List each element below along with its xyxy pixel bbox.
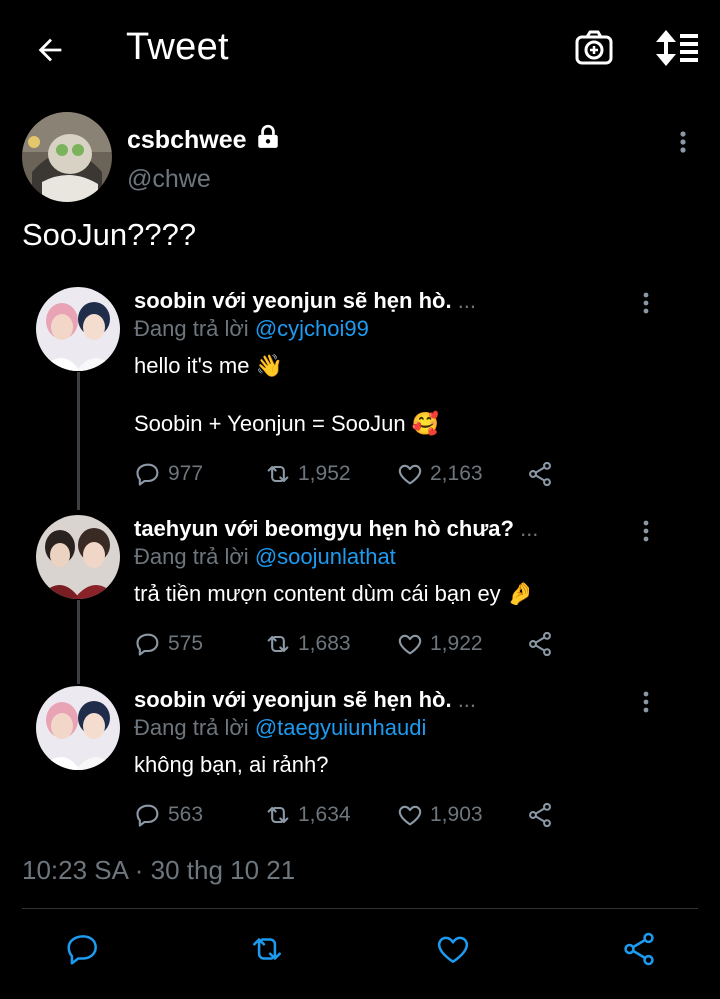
tweet-actions: 575 1,683 1,922 bbox=[134, 630, 564, 660]
more-options-icon[interactable] bbox=[636, 517, 656, 545]
retweet-icon bbox=[267, 806, 289, 824]
sort-icon[interactable] bbox=[652, 28, 700, 68]
display-name[interactable]: csbchwee bbox=[127, 124, 281, 157]
more-options-icon[interactable] bbox=[670, 128, 696, 158]
replying-to-label: Đang trả lời bbox=[134, 316, 255, 341]
tweet-text: SooJun???? bbox=[22, 217, 197, 252]
like-button[interactable]: 2,163 bbox=[396, 460, 483, 488]
like-count: 1,922 bbox=[430, 632, 483, 655]
tweet-actions: 977 1,952 2,163 bbox=[134, 460, 564, 490]
reply-icon bbox=[136, 633, 159, 656]
retweet-icon bbox=[267, 635, 289, 653]
lock-icon bbox=[255, 124, 281, 157]
reply-author-name-text: soobin với yeonjun sẽ hẹn hò. bbox=[134, 687, 452, 712]
replying-to-label: Đang trả lời bbox=[134, 544, 255, 569]
thread-connector bbox=[77, 372, 80, 510]
thread-connector bbox=[77, 600, 80, 684]
avatar[interactable] bbox=[36, 686, 120, 770]
reply-text: không bạn, ai rảnh? bbox=[134, 750, 654, 780]
reply-author-name-text: soobin với yeonjun sẽ hẹn hò. bbox=[134, 288, 452, 313]
like-count: 1,903 bbox=[430, 803, 483, 826]
reply-text-line: không bạn, ai rảnh? bbox=[134, 752, 329, 777]
page-title: Tweet bbox=[126, 26, 229, 68]
retweet-count: 1,952 bbox=[298, 462, 351, 485]
heart-icon bbox=[398, 805, 422, 826]
top-app-bar: Tweet bbox=[0, 0, 720, 96]
share-button[interactable] bbox=[526, 801, 554, 829]
reply-count: 575 bbox=[168, 632, 204, 655]
divider bbox=[22, 908, 698, 909]
share-button[interactable] bbox=[526, 460, 554, 488]
reply-author-name[interactable]: soobin với yeonjun sẽ hẹn hò. ... bbox=[134, 287, 654, 315]
reply-count: 563 bbox=[168, 803, 204, 826]
avatar[interactable] bbox=[36, 515, 120, 599]
retweet-icon bbox=[267, 465, 289, 483]
reply-button[interactable]: 563 bbox=[134, 801, 203, 829]
heart-icon[interactable] bbox=[434, 930, 472, 968]
reply-text-line: trả tiền mượn content dùm cái bạn ey 🤌 bbox=[134, 581, 535, 606]
replying-to: Đang trả lời @taegyuiunhaudi bbox=[134, 714, 654, 742]
mention-link[interactable]: @cyjchoi99 bbox=[255, 316, 369, 341]
reply-button[interactable]: 977 bbox=[134, 460, 203, 488]
heart-icon bbox=[398, 464, 422, 485]
reply-author-name-text: taehyun với beomgyu hẹn hò chưa? bbox=[134, 516, 514, 541]
reply-text-line: Soobin + Yeonjun = SooJun 🥰 bbox=[134, 411, 440, 436]
ellipsis: ... bbox=[520, 516, 539, 541]
display-name-text: csbchwee bbox=[127, 126, 247, 154]
replying-to-label: Đang trả lời bbox=[134, 715, 255, 740]
retweet-button[interactable]: 1,683 bbox=[264, 630, 351, 658]
reply-author-name[interactable]: soobin với yeonjun sẽ hẹn hò. ... bbox=[134, 686, 654, 714]
retweet-button[interactable]: 1,952 bbox=[264, 460, 351, 488]
avatar[interactable] bbox=[22, 112, 112, 202]
share-icon bbox=[529, 802, 551, 828]
retweet-icon[interactable] bbox=[248, 930, 286, 968]
reply-icon bbox=[136, 463, 159, 486]
ellipsis: ... bbox=[457, 687, 477, 712]
more-options-icon[interactable] bbox=[636, 289, 656, 317]
reply-icon bbox=[136, 804, 159, 827]
retweet-count: 1,634 bbox=[298, 803, 351, 826]
mention-link[interactable]: @taegyuiunhaudi bbox=[255, 715, 427, 740]
retweet-count: 1,683 bbox=[298, 632, 351, 655]
reply-text: hello it's me 👋 Soobin + Yeonjun = SooJu… bbox=[134, 351, 654, 439]
reply-text-line: hello it's me 👋 bbox=[134, 353, 283, 378]
like-button[interactable]: 1,922 bbox=[396, 630, 483, 658]
camera-icon[interactable] bbox=[574, 28, 614, 68]
arrow-left-icon[interactable] bbox=[30, 30, 70, 70]
share-icon[interactable] bbox=[620, 930, 658, 968]
tweet-actions: 563 1,634 1,903 bbox=[134, 801, 564, 831]
replying-to: Đang trả lời @cyjchoi99 bbox=[134, 315, 654, 343]
like-count: 2,163 bbox=[430, 462, 483, 485]
tweet-action-bar bbox=[0, 920, 720, 980]
tweet-timestamp[interactable]: 10:23 SA · 30 thg 10 21 bbox=[22, 855, 295, 886]
reply-count: 977 bbox=[168, 462, 204, 485]
retweet-button[interactable]: 1,634 bbox=[264, 801, 351, 829]
replying-to: Đang trả lời @soojunlathat bbox=[134, 543, 654, 571]
user-handle[interactable]: @chwe bbox=[127, 165, 211, 194]
reply-author-name[interactable]: taehyun với beomgyu hẹn hò chưa? ... bbox=[134, 515, 654, 543]
heart-icon bbox=[398, 634, 422, 655]
share-icon bbox=[529, 461, 551, 487]
mention-link[interactable]: @soojunlathat bbox=[255, 544, 396, 569]
reply-text: trả tiền mượn content dùm cái bạn ey 🤌 bbox=[134, 579, 654, 609]
like-button[interactable]: 1,903 bbox=[396, 801, 483, 829]
reply-icon[interactable] bbox=[64, 930, 102, 968]
share-icon bbox=[529, 631, 551, 657]
more-options-icon[interactable] bbox=[636, 688, 656, 716]
avatar[interactable] bbox=[36, 287, 120, 371]
reply-button[interactable]: 575 bbox=[134, 630, 203, 658]
ellipsis: ... bbox=[457, 288, 477, 313]
share-button[interactable] bbox=[526, 630, 554, 658]
